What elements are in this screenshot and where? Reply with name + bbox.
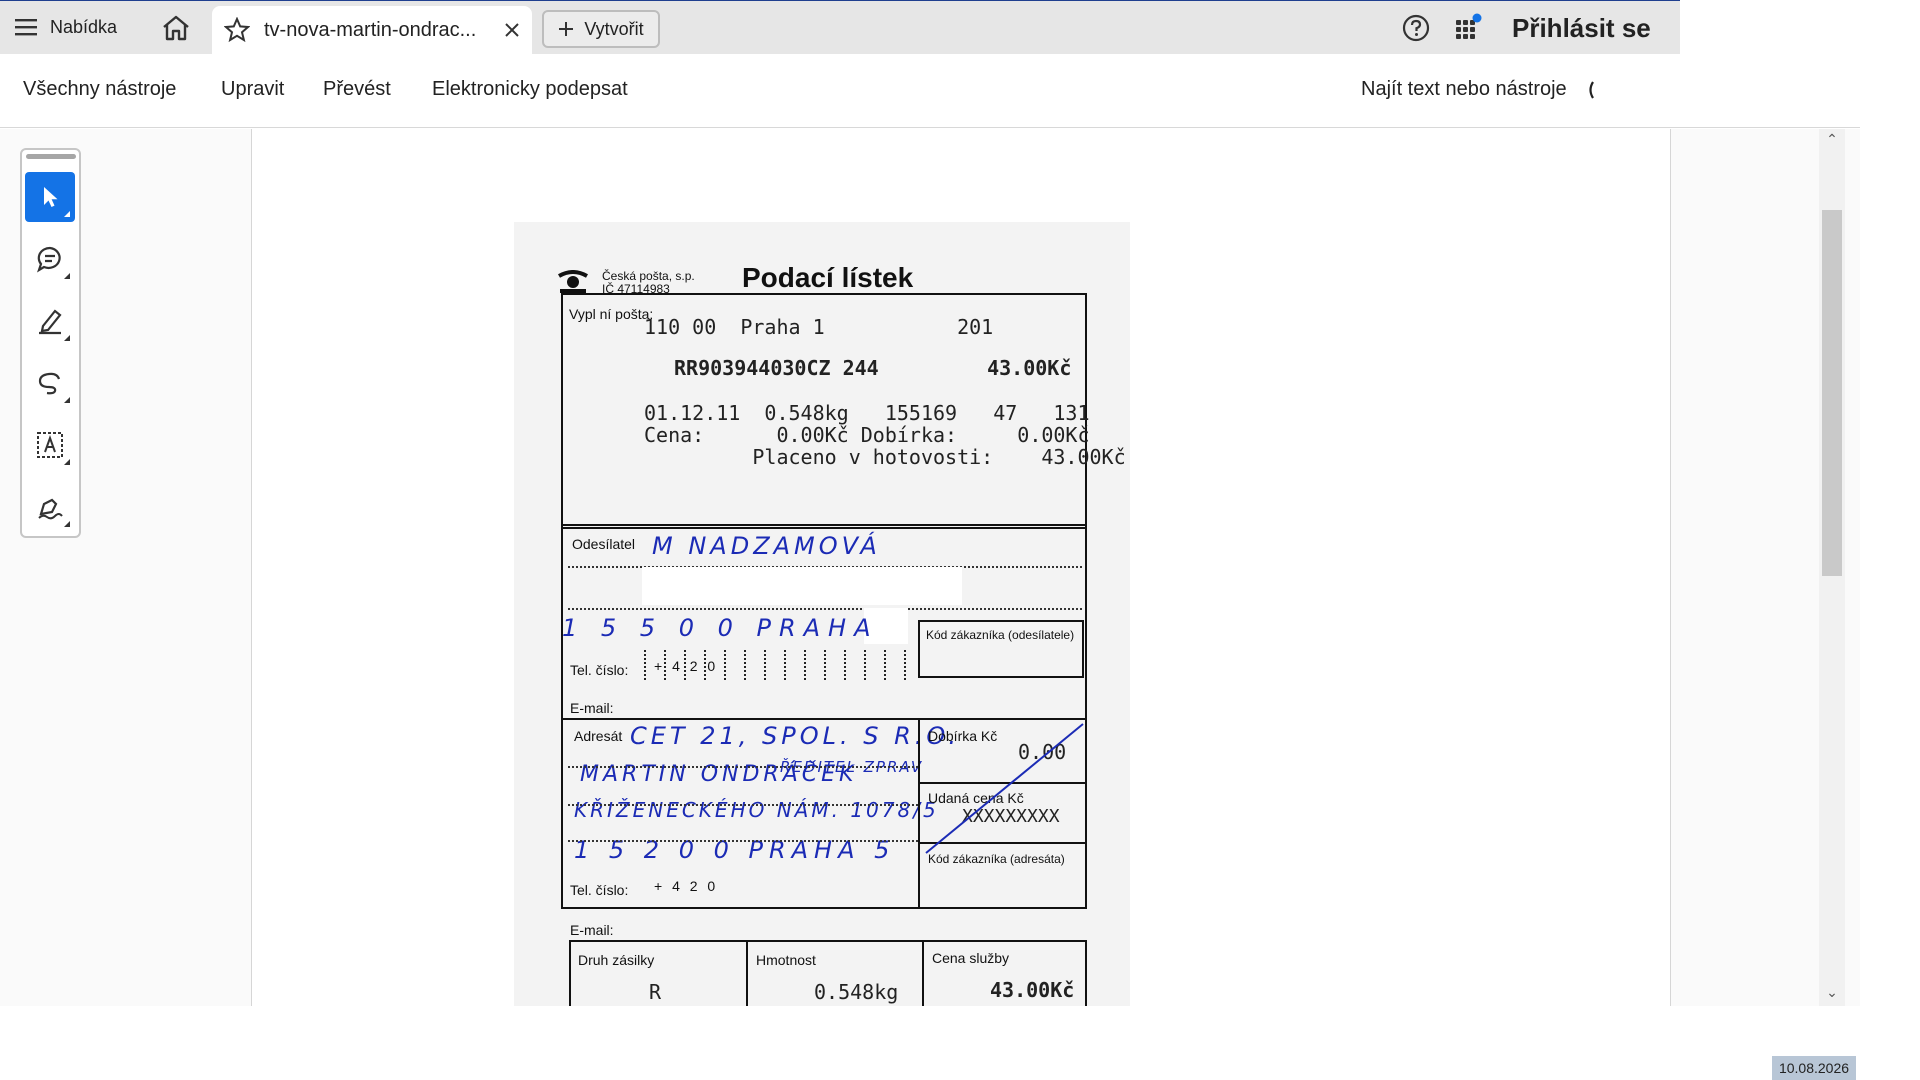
tool-rail-grip[interactable]	[26, 154, 76, 159]
document-page: Česká pošta, s.p. IČ 47114983 Podací lís…	[514, 222, 1130, 1006]
recipient-line3: KŘIŽENECKÉHO NÁM. 1078/5	[574, 798, 939, 822]
label-weight: Hmotnost	[756, 952, 816, 968]
dotted-line	[568, 608, 1082, 610]
tool-menu-corner	[64, 397, 70, 403]
all-tools-menu[interactable]: Všechny nástroje	[23, 78, 176, 101]
price-line: Cena: 0.00Kč Dobírka: 0.00Kč	[644, 423, 1090, 447]
tool-menu-corner	[64, 521, 70, 527]
create-label: Vytvořit	[584, 18, 644, 39]
company-name: Česká pošta, s.p.	[602, 269, 695, 283]
label-office: Vypl ní pošta:	[569, 306, 654, 322]
close-icon[interactable]	[504, 22, 520, 38]
apps-button[interactable]	[1452, 12, 1486, 46]
label-sender: Odesílatel	[572, 536, 636, 552]
service-price-value: 43.00Kč	[990, 978, 1075, 1002]
dotted-line	[568, 804, 918, 806]
label-service-price: Cena služby	[932, 950, 1010, 966]
text-select-icon	[37, 432, 63, 458]
tool-menu-corner	[64, 335, 70, 341]
label-shipment-type: Druh zásilky	[578, 952, 655, 968]
date-line: 01.12.11 0.548kg 155169 47 131	[644, 401, 1090, 425]
tel-digit-boxes	[644, 650, 914, 680]
hamburger-icon	[15, 19, 37, 36]
star-icon[interactable]	[224, 17, 250, 43]
bottom-area	[0, 1006, 1920, 1080]
label-tel-sender: Tel. číslo:	[570, 662, 629, 678]
label-email-sender: E-mail:	[570, 700, 614, 716]
label-customer-code-sender: Kód zákazníka (odesílatele)	[926, 628, 1075, 642]
select-tool-button[interactable]	[25, 172, 75, 222]
tracking-line: RR903944030CZ 244 43.00Kč	[674, 356, 1072, 380]
select-icon	[44, 187, 58, 207]
convert-menu[interactable]: Převést	[323, 78, 391, 101]
e-sign-menu[interactable]: Elektronicky podepsat	[432, 78, 628, 101]
document-title: Podací lístek	[742, 262, 914, 293]
shipment-type: R	[649, 980, 662, 1004]
draw-icon	[38, 372, 61, 395]
redaction-block	[642, 567, 962, 605]
document-tab[interactable]: tv-nova-martin-ondrac...	[212, 6, 532, 54]
weight-value: 0.548kg	[814, 980, 899, 1004]
sign-in-button[interactable]: Přihlásit se	[1512, 10, 1651, 46]
sender-name: M NADZAMOVÁ	[652, 532, 881, 560]
label-email-recipient: E-mail:	[570, 922, 614, 938]
tel-prefix-recipient: + 4 2 0	[654, 878, 719, 894]
column-divider	[922, 940, 924, 1006]
tool-menu-corner	[64, 273, 70, 279]
scrollbar-thumb[interactable]	[1822, 210, 1842, 576]
cash-line: Placeno v hotovosti: 43.00Kč	[644, 445, 1126, 469]
dotted-line	[568, 840, 918, 842]
comment-tool-button[interactable]	[25, 234, 75, 284]
sign-tool-button[interactable]	[25, 482, 75, 532]
tab-title: tv-nova-martin-ondrac...	[264, 18, 477, 41]
scroll-down-arrow-icon[interactable]: ⌄	[1822, 984, 1842, 1004]
help-icon	[1402, 14, 1430, 42]
help-button[interactable]	[1400, 12, 1432, 44]
office-line: 110 00 Praha 1 201	[644, 315, 994, 339]
menu-button[interactable]: Nabídka	[14, 8, 117, 46]
menu-label: Nabídka	[50, 16, 118, 37]
cross-out-stroke	[925, 723, 1084, 854]
find-text-or-tools[interactable]: Najít text nebo nástroje	[1361, 78, 1567, 101]
sender-city: 1 5 5 0 0 PRAHA	[562, 614, 879, 642]
sign-icon	[38, 498, 63, 520]
home-button[interactable]	[156, 10, 196, 46]
tool-menu-corner	[64, 211, 70, 217]
comment-icon	[37, 246, 61, 273]
text-select-tool-button[interactable]	[25, 420, 75, 470]
scroll-up-arrow-icon[interactable]: ⌃	[1822, 131, 1842, 151]
create-button[interactable]: Vytvořit	[542, 10, 660, 48]
recipient-line1: CET 21, SPOL. S R.O.	[630, 722, 960, 750]
column-divider	[746, 940, 748, 1006]
post-logo-icon	[558, 270, 588, 293]
label-tel-recipient: Tel. číslo:	[570, 882, 629, 898]
apps-grid-icon	[1456, 13, 1482, 39]
edit-menu[interactable]: Upravit	[221, 78, 284, 101]
home-icon	[163, 15, 189, 41]
dotted-line	[568, 766, 918, 768]
highlight-tool-button[interactable]	[25, 296, 75, 346]
label-recipient: Adresát	[574, 728, 623, 744]
tool-menu-corner	[64, 459, 70, 465]
draw-tool-button[interactable]	[25, 358, 75, 408]
search-icon[interactable]	[1586, 80, 1596, 100]
highlight-icon	[39, 309, 62, 335]
plus-icon	[559, 22, 574, 36]
date-badge: 10.08.2026	[1772, 1056, 1856, 1080]
